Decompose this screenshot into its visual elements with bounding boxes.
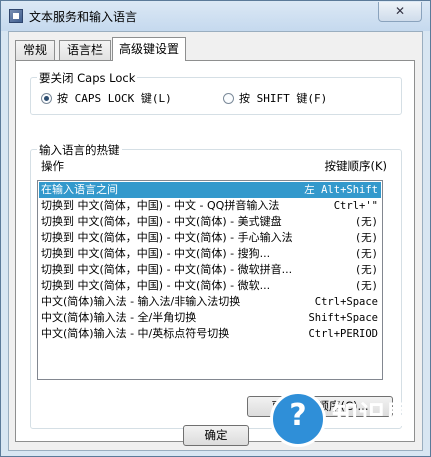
hotkey-key: Ctrl+Space (314, 296, 378, 308)
watermark-logo: ? 知识屋 zhishiwu.com (258, 385, 431, 457)
watermark-glyph: ? (289, 398, 307, 433)
tab-language-bar[interactable]: 语言栏 (59, 40, 111, 60)
caps-lock-option[interactable]: 按 CAPS LOCK 键(L) (41, 90, 172, 106)
window-title: 文本服务和输入语言 (29, 10, 138, 24)
hotkey-row[interactable]: 中文(简体)输入法 - 输入法/非输入法切换 Ctrl+Space (39, 294, 381, 310)
caps-lock-group-label: 要关闭 Caps Lock (37, 70, 138, 86)
caps-lock-radio[interactable] (41, 92, 52, 104)
app-icon (9, 9, 23, 23)
hotkey-action: 中文(简体)输入法 - 全/半角切换 (41, 311, 197, 324)
watermark-title: 知识屋 (332, 401, 414, 431)
hotkey-action: 中文(简体)输入法 - 输入法/非输入法切换 (41, 295, 241, 308)
question-mark-icon: ? (270, 391, 326, 447)
hotkey-row[interactable]: 中文(简体)输入法 - 中/英标点符号切换 Ctrl+PERIOD (39, 326, 381, 342)
hotkey-action: 切换到 中文(简体，中国) - 中文 - QQ拼音输入法 (41, 199, 280, 212)
column-header-key-sequence: 按键顺序(K) (324, 159, 387, 173)
ok-button[interactable]: 确定 (183, 425, 249, 446)
tab-general[interactable]: 常规 (15, 40, 55, 60)
hotkey-key: (无) (354, 232, 378, 244)
title-bar[interactable]: 文本服务和输入语言 ✕ (1, 1, 430, 31)
hotkey-row[interactable]: 中文(简体)输入法 - 全/半角切换 Shift+Space (39, 310, 381, 326)
tab-advanced-key-settings[interactable]: 高级键设置 (112, 37, 186, 61)
hotkey-key: (无) (354, 216, 378, 228)
hotkey-row[interactable]: 在输入语言之间 左 Alt+Shift (39, 182, 381, 198)
shift-option-label[interactable]: 按 SHIFT 键(F) (239, 90, 327, 106)
hotkey-action: 在输入语言之间 (41, 183, 118, 196)
watermark-subtitle: zhishiwu.com (336, 429, 411, 442)
hotkey-key: Ctrl+PERIOD (308, 328, 378, 340)
hotkey-key: (无) (354, 248, 378, 260)
hotkey-action: 切换到 中文(简体，中国) - 中文(简体) - 手心输入法 (41, 231, 293, 244)
hotkey-key: (无) (354, 280, 378, 292)
hotkey-action: 切换到 中文(简体，中国) - 中文(简体) - 微软拼音... (41, 263, 293, 276)
hotkey-key: 左 Alt+Shift (300, 182, 378, 198)
column-header-action: 操作 (41, 159, 64, 173)
shift-radio[interactable] (223, 92, 234, 104)
hotkey-action: 中文(简体)输入法 - 中/英标点符号切换 (41, 327, 230, 340)
shift-option[interactable]: 按 SHIFT 键(F) (223, 90, 327, 106)
hotkey-action: 切换到 中文(简体，中国) - 中文(简体) - 美式键盘 (41, 215, 282, 228)
hotkey-action: 切换到 中文(简体，中国) - 中文(简体) - 微软... (41, 279, 271, 292)
hotkey-key: (无) (354, 264, 378, 276)
caps-lock-group: 要关闭 Caps Lock 按 CAPS LOCK 键(L) 按 SHIFT 键… (30, 70, 402, 115)
hotkey-row[interactable]: 切换到 中文(简体，中国) - 中文(简体) - 微软拼音... (无) (39, 262, 381, 278)
hotkey-row[interactable]: 切换到 中文(简体，中国) - 中文 - QQ拼音输入法 Ctrl+'" (39, 198, 381, 214)
close-button[interactable]: ✕ (378, 2, 422, 22)
hotkey-row[interactable]: 切换到 中文(简体，中国) - 中文(简体) - 搜狗... (无) (39, 246, 381, 262)
hotkey-list[interactable]: 在输入语言之间 左 Alt+Shift 切换到 中文(简体，中国) - 中文 -… (37, 180, 383, 380)
hotkey-row[interactable]: 切换到 中文(简体，中国) - 中文(简体) - 微软... (无) (39, 278, 381, 294)
caps-lock-option-label[interactable]: 按 CAPS LOCK 键(L) (57, 90, 172, 106)
hotkey-action: 切换到 中文(简体，中国) - 中文(简体) - 搜狗... (41, 247, 271, 260)
hotkeys-group-label: 输入语言的热键 (37, 142, 122, 158)
hotkey-row[interactable]: 切换到 中文(简体，中国) - 中文(简体) - 美式键盘 (无) (39, 214, 381, 230)
hotkey-key: Shift+Space (308, 312, 378, 324)
hotkey-key: Ctrl+'" (333, 200, 378, 212)
hotkey-row[interactable]: 切换到 中文(简体，中国) - 中文(简体) - 手心输入法 (无) (39, 230, 381, 246)
